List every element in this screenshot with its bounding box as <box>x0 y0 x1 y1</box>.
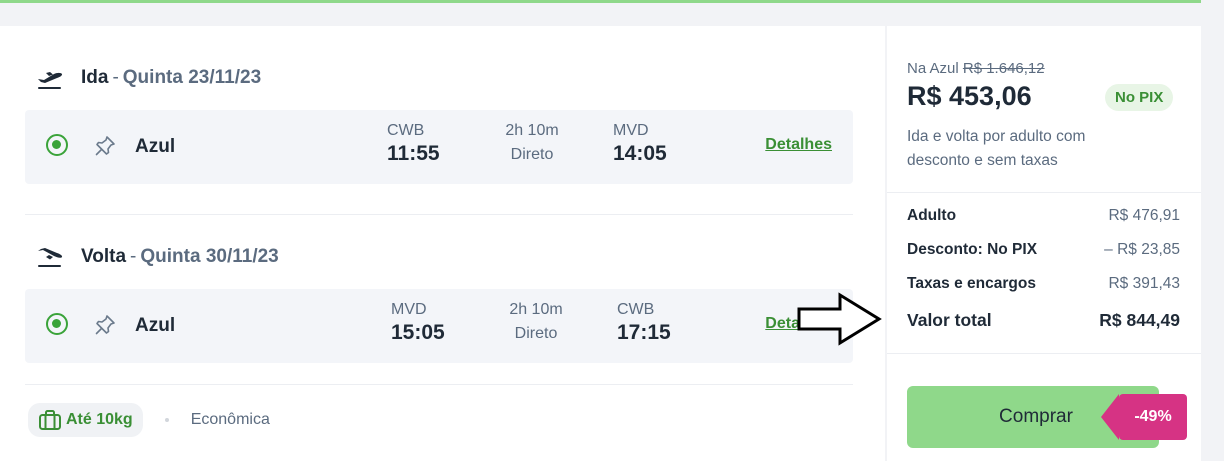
departure-block: CWB 11:55 <box>387 122 440 166</box>
cabin-class: Econômica <box>190 411 270 428</box>
breakdown-value: R$ 391,43 <box>1108 275 1180 292</box>
breakdown-label: Adulto <box>907 207 957 224</box>
discounted-price: R$ 453,06 <box>907 81 1032 111</box>
discount-tag: -49% <box>1101 394 1187 440</box>
return-header: Volta - Quinta 30/11/23 <box>36 245 279 269</box>
airline-price-label: Na Azul <box>907 60 959 77</box>
breakdown-value: R$ 476,91 <box>1108 207 1180 224</box>
leg-divider <box>25 214 853 215</box>
return-flight-row[interactable]: Azul MVD 15:05 2h 10m Direto CWB 17:15 D… <box>25 289 853 363</box>
airline-price: Na Azul R$ 1.646,12 <box>907 60 1045 77</box>
breakdown-row-taxes: Taxas e encargos R$ 391,43 <box>907 275 1180 293</box>
baggage-pill: Até 10kg <box>28 403 143 437</box>
footer-divider <box>25 384 853 385</box>
origin-code: CWB <box>387 122 425 139</box>
total-label: Valor total <box>907 310 992 330</box>
outbound-flight-row[interactable]: Azul CWB 11:55 2h 10m Direto MVD 14:05 D… <box>25 110 853 184</box>
briefcase-icon <box>39 410 61 430</box>
outbound-radio-selected[interactable] <box>46 134 68 156</box>
breakdown-value: – R$ 23,85 <box>1104 241 1180 258</box>
pin-icon[interactable] <box>94 135 116 157</box>
departure-time: 11:55 <box>387 142 440 165</box>
pin-icon[interactable] <box>94 314 116 336</box>
arrival-time: 14:05 <box>613 142 667 165</box>
top-accent-line <box>0 0 1201 3</box>
panel-divider <box>887 353 1201 354</box>
outbound-date: Quinta 23/11/23 <box>122 67 262 88</box>
breakdown-row-adult: Adulto R$ 476,91 <box>907 207 1180 225</box>
origin-code: MVD <box>391 301 427 318</box>
flight-duration: 2h 10m <box>509 301 563 318</box>
arrival-block: CWB 17:15 <box>617 301 671 345</box>
separator-dot <box>164 418 169 422</box>
departure-block: MVD 15:05 <box>391 301 445 345</box>
return-label: Volta <box>81 246 127 267</box>
breakdown-label: Desconto: No PIX <box>907 241 1038 258</box>
arrival-block: MVD 14:05 <box>613 122 667 166</box>
panel-divider <box>887 192 1201 193</box>
total-row: Valor total R$ 844,49 <box>907 310 1180 331</box>
outbound-header: Ida - Quinta 23/11/23 <box>36 66 261 90</box>
breakdown-label: Taxas e encargos <box>907 275 1036 292</box>
outbound-label: Ida <box>81 67 109 88</box>
departure-time: 15:05 <box>391 321 445 344</box>
flight-stops: Direto <box>514 325 558 342</box>
arrow-right-icon <box>797 292 882 346</box>
destination-code: CWB <box>617 301 655 318</box>
itinerary-card: Ida - Quinta 23/11/23 Azul CWB 11:55 2h … <box>0 26 885 461</box>
destination-code: MVD <box>613 122 649 139</box>
outbound-details-link[interactable]: Detalhes <box>765 136 832 154</box>
duration-block: 2h 10m Direto <box>495 122 569 164</box>
return-date: Quinta 30/11/23 <box>140 246 279 267</box>
airline-name: Azul <box>135 136 176 157</box>
breakdown-row-discount: Desconto: No PIX – R$ 23,85 <box>907 241 1180 259</box>
fare-info: Até 10kg Econômica <box>28 403 270 437</box>
flight-duration: 2h 10m <box>505 122 559 139</box>
plane-takeoff-icon <box>38 72 63 89</box>
baggage-allowance: Até 10kg <box>66 411 133 428</box>
price-description: Ida e volta por adulto com desconto e se… <box>907 128 1086 169</box>
airline-original-price: R$ 1.646,12 <box>962 60 1045 77</box>
airline-name: Azul <box>135 315 176 336</box>
price-summary-panel: Na Azul R$ 1.646,12 R$ 453,06 No PIX Ida… <box>887 26 1201 461</box>
return-radio-selected[interactable] <box>46 313 68 335</box>
flight-stops: Direto <box>510 146 554 163</box>
duration-block: 2h 10m Direto <box>499 301 573 343</box>
total-value: R$ 844,49 <box>1099 310 1180 330</box>
pix-badge: No PIX <box>1105 84 1174 111</box>
plane-landing-icon <box>38 248 63 267</box>
arrival-time: 17:15 <box>617 321 671 344</box>
